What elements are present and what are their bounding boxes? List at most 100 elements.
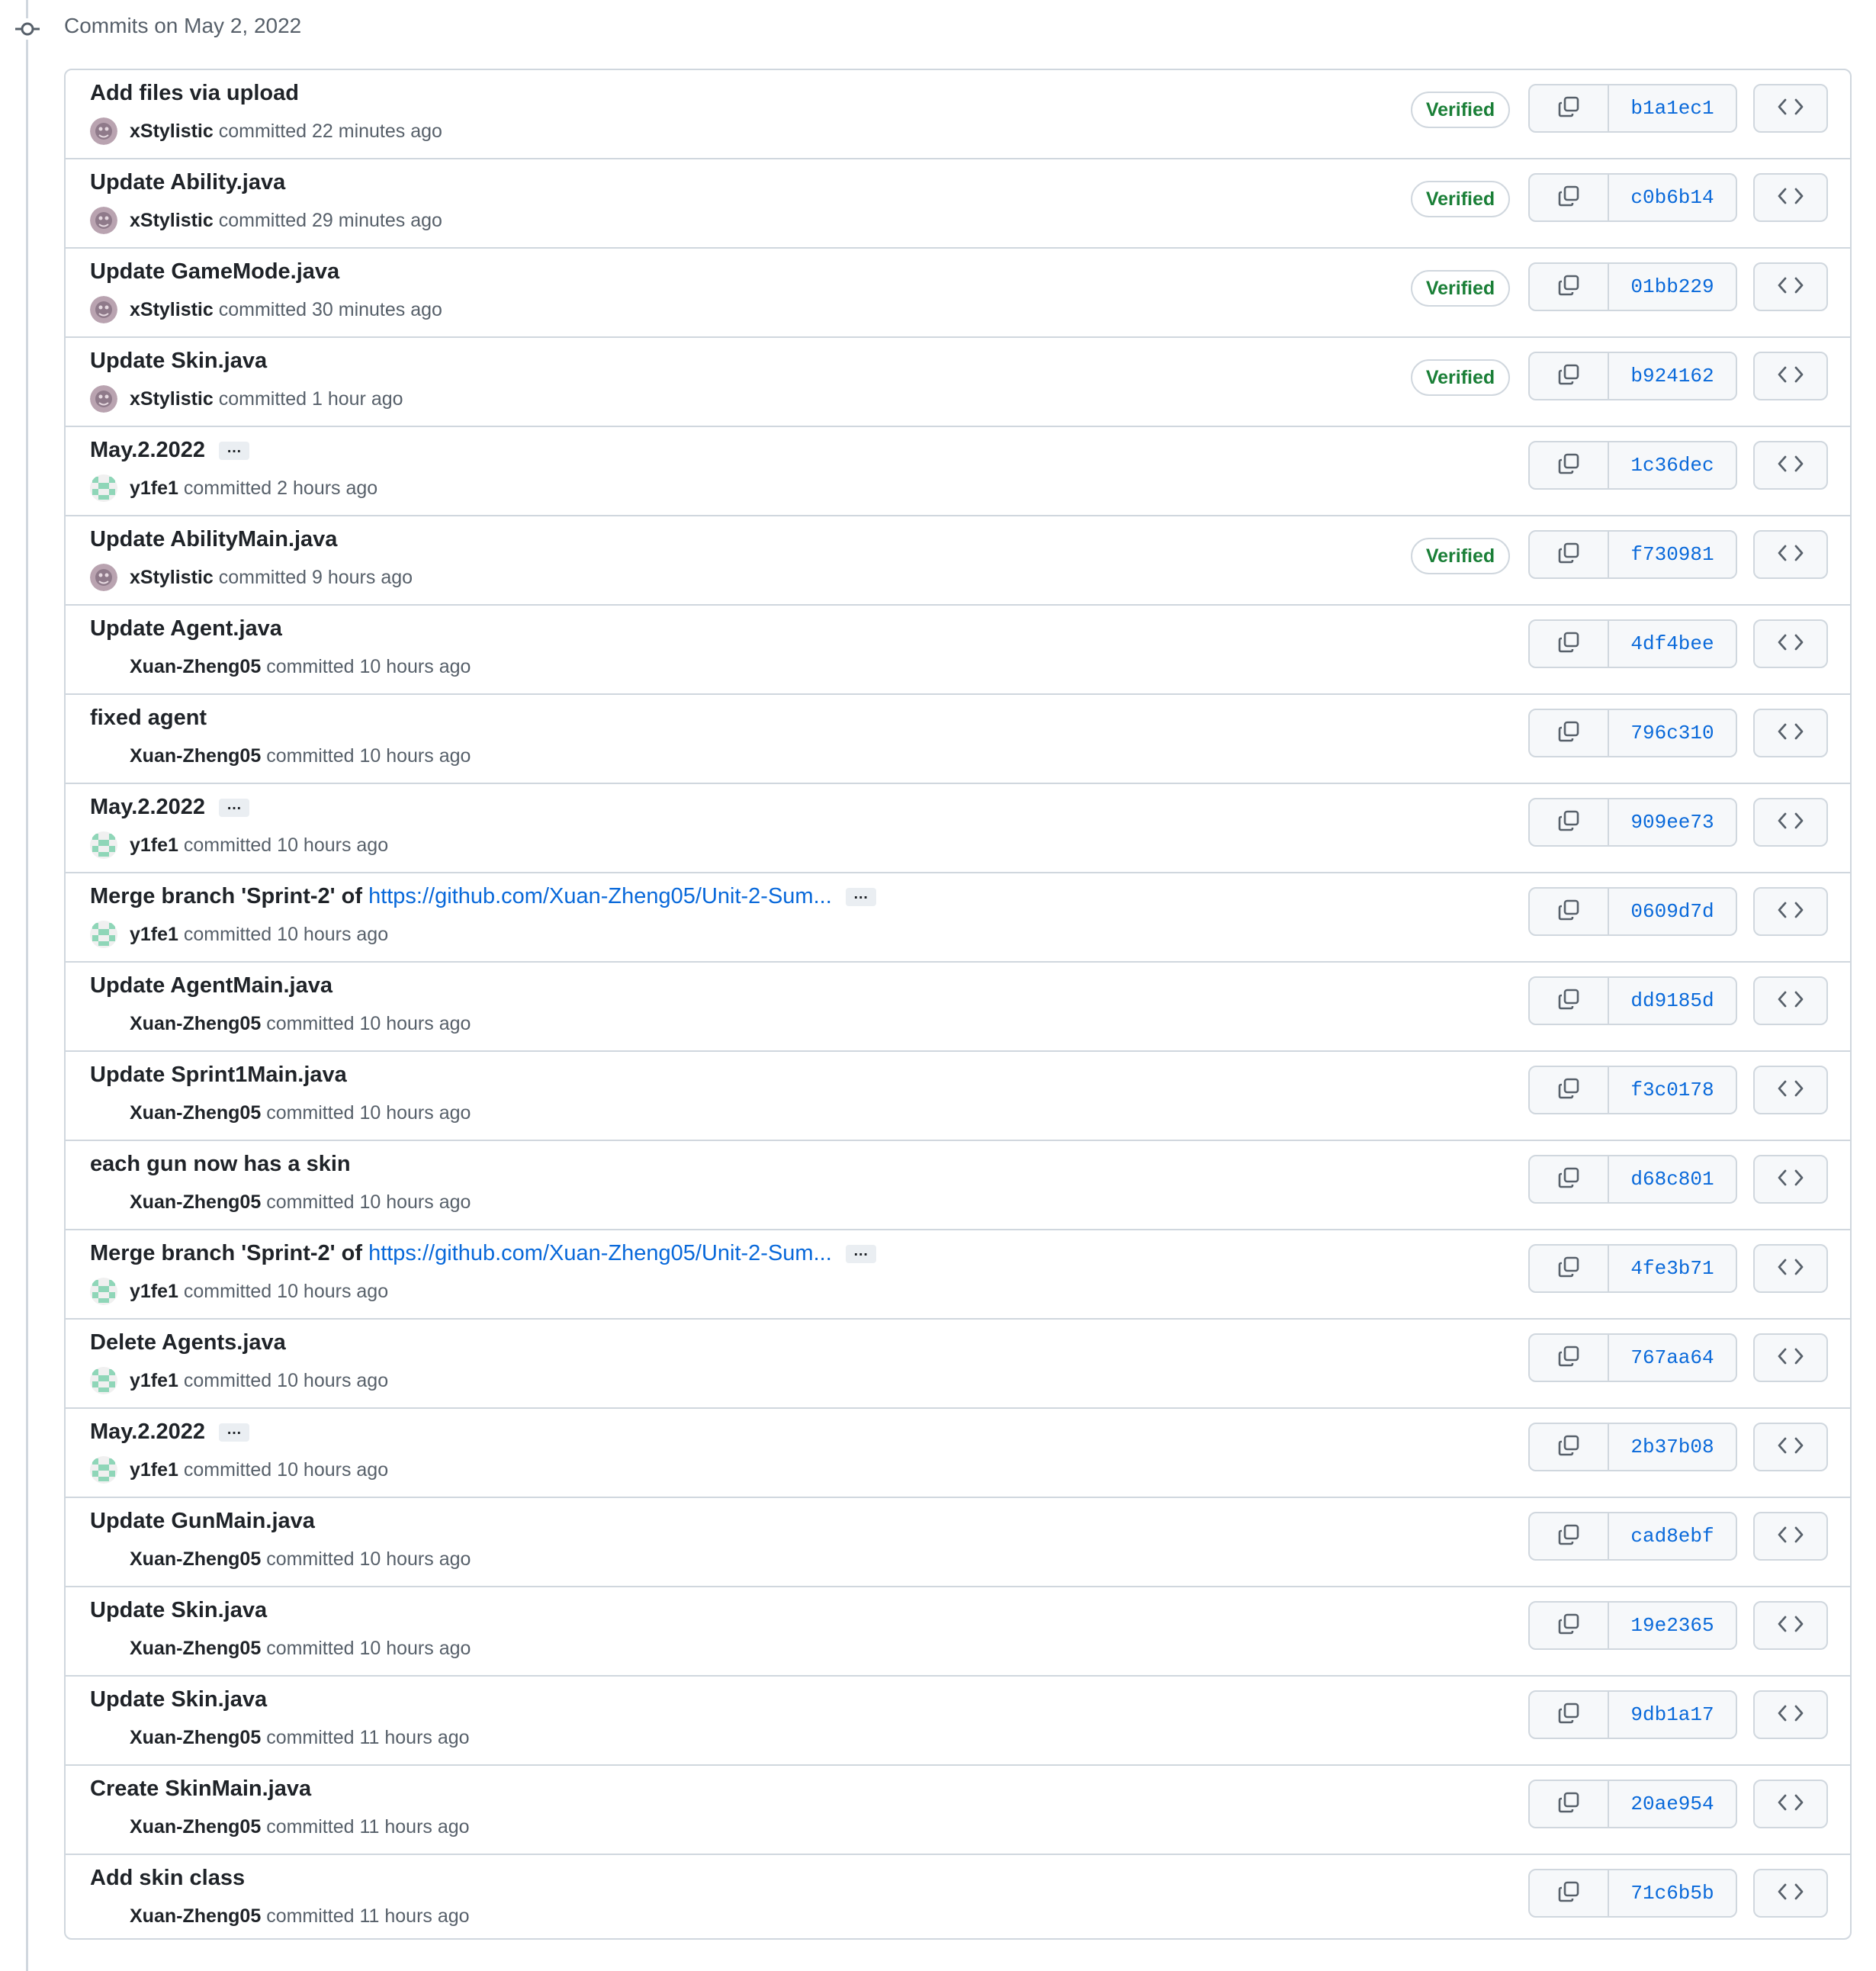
copy-sha-button[interactable] bbox=[1530, 1513, 1609, 1559]
commit-sha-link[interactable]: 4fe3b71 bbox=[1609, 1246, 1736, 1291]
commit-sha-link[interactable]: d68c801 bbox=[1609, 1156, 1736, 1202]
avatar[interactable] bbox=[90, 117, 117, 145]
commit-author[interactable]: y1fe1 bbox=[130, 834, 178, 856]
commit-message[interactable]: Delete Agents.java bbox=[90, 1330, 286, 1355]
copy-sha-button[interactable] bbox=[1530, 1424, 1609, 1470]
avatar[interactable] bbox=[90, 1367, 117, 1394]
commit-message[interactable]: Add files via upload bbox=[90, 81, 299, 105]
commit-message[interactable]: fixed agent bbox=[90, 706, 207, 730]
copy-sha-button[interactable] bbox=[1530, 1156, 1609, 1202]
commit-message[interactable]: Update GameMode.java bbox=[90, 259, 339, 284]
commit-sha-link[interactable]: f730981 bbox=[1609, 532, 1736, 577]
avatar[interactable] bbox=[90, 1278, 117, 1305]
copy-sha-button[interactable] bbox=[1530, 353, 1609, 399]
browse-repo-button[interactable] bbox=[1753, 1690, 1828, 1739]
browse-repo-button[interactable] bbox=[1753, 1869, 1828, 1918]
copy-sha-button[interactable] bbox=[1530, 175, 1609, 220]
commit-message[interactable]: Update AbilityMain.java bbox=[90, 527, 337, 551]
browse-repo-button[interactable] bbox=[1753, 1333, 1828, 1382]
avatar[interactable] bbox=[90, 921, 117, 948]
commit-sha-link[interactable]: 2b37b08 bbox=[1609, 1424, 1736, 1470]
commit-sha-link[interactable]: 9db1a17 bbox=[1609, 1692, 1736, 1738]
commit-sha-link[interactable]: 01bb229 bbox=[1609, 264, 1736, 310]
verified-badge[interactable]: Verified bbox=[1411, 538, 1510, 574]
commit-message[interactable]: Update Skin.java bbox=[90, 349, 267, 373]
commit-message[interactable]: Update Skin.java bbox=[90, 1687, 267, 1712]
commit-sha-link[interactable]: 0609d7d bbox=[1609, 889, 1736, 934]
commit-author[interactable]: Xuan-Zheng05 bbox=[130, 1013, 261, 1034]
browse-repo-button[interactable] bbox=[1753, 84, 1828, 133]
copy-sha-button[interactable] bbox=[1530, 1603, 1609, 1648]
commit-author[interactable]: xStylistic bbox=[130, 121, 214, 142]
commit-message-link[interactable]: https://github.com/Xuan-Zheng05/Unit-2-S… bbox=[368, 1241, 832, 1265]
commit-sha-link[interactable]: 909ee73 bbox=[1609, 799, 1736, 845]
verified-badge[interactable]: Verified bbox=[1411, 270, 1510, 307]
avatar[interactable] bbox=[90, 564, 117, 591]
commit-message[interactable]: Merge branch 'Sprint-2' of bbox=[90, 884, 368, 908]
copy-sha-button[interactable] bbox=[1530, 799, 1609, 845]
commit-author[interactable]: Xuan-Zheng05 bbox=[130, 1548, 261, 1570]
browse-repo-button[interactable] bbox=[1753, 798, 1828, 847]
copy-sha-button[interactable] bbox=[1530, 442, 1609, 488]
avatar[interactable] bbox=[90, 831, 117, 859]
commit-message[interactable]: May.2.2022 bbox=[90, 1420, 205, 1444]
copy-sha-button[interactable] bbox=[1530, 1246, 1609, 1291]
copy-sha-button[interactable] bbox=[1530, 1067, 1609, 1113]
browse-repo-button[interactable] bbox=[1753, 1066, 1828, 1114]
commit-author[interactable]: y1fe1 bbox=[130, 1370, 178, 1391]
commit-message[interactable]: Update Skin.java bbox=[90, 1598, 267, 1622]
commit-message[interactable]: May.2.2022 bbox=[90, 795, 205, 819]
commit-sha-link[interactable]: b924162 bbox=[1609, 353, 1736, 399]
avatar[interactable] bbox=[90, 385, 117, 413]
commit-sha-link[interactable]: cad8ebf bbox=[1609, 1513, 1736, 1559]
commit-sha-link[interactable]: 1c36dec bbox=[1609, 442, 1736, 488]
browse-repo-button[interactable] bbox=[1753, 1155, 1828, 1204]
browse-repo-button[interactable] bbox=[1753, 352, 1828, 400]
avatar[interactable] bbox=[90, 1456, 117, 1484]
show-description-button[interactable]: … bbox=[219, 797, 250, 818]
copy-sha-button[interactable] bbox=[1530, 85, 1609, 131]
commit-message[interactable]: Update Agent.java bbox=[90, 616, 282, 641]
commit-message[interactable]: Merge branch 'Sprint-2' of bbox=[90, 1241, 368, 1265]
commit-author[interactable]: xStylistic bbox=[130, 388, 214, 410]
commit-author[interactable]: y1fe1 bbox=[130, 924, 178, 945]
copy-sha-button[interactable] bbox=[1530, 889, 1609, 934]
commit-author[interactable]: Xuan-Zheng05 bbox=[130, 1102, 261, 1124]
browse-repo-button[interactable] bbox=[1753, 1512, 1828, 1561]
copy-sha-button[interactable] bbox=[1530, 1870, 1609, 1916]
commit-author[interactable]: Xuan-Zheng05 bbox=[130, 1727, 261, 1748]
commit-author[interactable]: Xuan-Zheng05 bbox=[130, 1638, 261, 1659]
avatar[interactable] bbox=[90, 207, 117, 234]
commit-author[interactable]: Xuan-Zheng05 bbox=[130, 745, 261, 767]
commit-sha-link[interactable]: 4df4bee bbox=[1609, 621, 1736, 667]
commit-sha-link[interactable]: 796c310 bbox=[1609, 710, 1736, 756]
browse-repo-button[interactable] bbox=[1753, 1244, 1828, 1293]
copy-sha-button[interactable] bbox=[1530, 264, 1609, 310]
commit-author[interactable]: Xuan-Zheng05 bbox=[130, 1816, 261, 1838]
commit-sha-link[interactable]: dd9185d bbox=[1609, 978, 1736, 1024]
commit-message[interactable]: Update Sprint1Main.java bbox=[90, 1063, 347, 1087]
commit-sha-link[interactable]: f3c0178 bbox=[1609, 1067, 1736, 1113]
commit-message[interactable]: Update GunMain.java bbox=[90, 1509, 315, 1533]
browse-repo-button[interactable] bbox=[1753, 619, 1828, 668]
commit-message[interactable]: Update Ability.java bbox=[90, 170, 285, 195]
browse-repo-button[interactable] bbox=[1753, 1423, 1828, 1471]
browse-repo-button[interactable] bbox=[1753, 441, 1828, 490]
commit-author[interactable]: xStylistic bbox=[130, 299, 214, 320]
copy-sha-button[interactable] bbox=[1530, 1781, 1609, 1827]
show-description-button[interactable]: … bbox=[219, 440, 250, 461]
avatar[interactable] bbox=[90, 296, 117, 323]
browse-repo-button[interactable] bbox=[1753, 262, 1828, 311]
copy-sha-button[interactable] bbox=[1530, 978, 1609, 1024]
show-description-button[interactable]: … bbox=[845, 1243, 876, 1264]
browse-repo-button[interactable] bbox=[1753, 887, 1828, 936]
commit-author[interactable]: Xuan-Zheng05 bbox=[130, 1191, 261, 1213]
commit-author[interactable]: y1fe1 bbox=[130, 1459, 178, 1481]
commit-message-link[interactable]: https://github.com/Xuan-Zheng05/Unit-2-S… bbox=[368, 884, 832, 908]
show-description-button[interactable]: … bbox=[845, 886, 876, 907]
browse-repo-button[interactable] bbox=[1753, 173, 1828, 222]
verified-badge[interactable]: Verified bbox=[1411, 359, 1510, 396]
commit-author[interactable]: xStylistic bbox=[130, 210, 214, 231]
commit-sha-link[interactable]: 767aa64 bbox=[1609, 1335, 1736, 1381]
browse-repo-button[interactable] bbox=[1753, 976, 1828, 1025]
